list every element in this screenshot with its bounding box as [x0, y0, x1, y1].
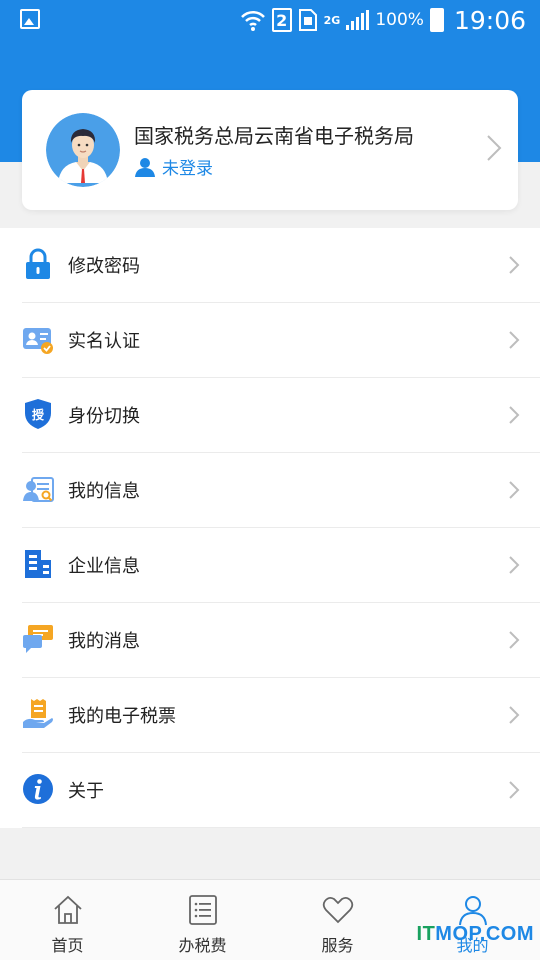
menu-item-change-password[interactable]: 修改密码	[0, 228, 540, 303]
chevron-right-icon	[509, 481, 520, 499]
sim-slot-badge: 2	[271, 8, 292, 32]
tab-services[interactable]: 服务	[270, 880, 405, 960]
home-icon	[53, 895, 82, 924]
tab-label: 办税费	[178, 936, 227, 955]
sim-card-icon	[298, 9, 317, 31]
menu-item-my-info[interactable]: 我的信息	[0, 453, 540, 528]
menu-item-e-tax-receipt[interactable]: 我的电子税票	[0, 678, 540, 753]
chevron-right-icon	[509, 781, 520, 799]
chat-bubbles-icon	[23, 625, 53, 653]
menu-item-enterprise-info[interactable]: 企业信息	[0, 528, 540, 603]
user-icon	[135, 157, 155, 177]
list-icon	[188, 895, 217, 925]
id-card-verified-icon	[23, 328, 53, 354]
chevron-right-icon	[509, 556, 520, 574]
menu-item-label: 实名认证	[68, 331, 140, 352]
tab-home[interactable]: 首页	[0, 880, 135, 960]
menu-item-label: 身份切换	[68, 406, 140, 427]
menu-item-real-name-auth[interactable]: 实名认证	[0, 303, 540, 378]
network-type: 2G	[323, 13, 341, 27]
org-name: 国家税务总局云南省电子税务局	[134, 124, 414, 148]
menu-item-identity-switch[interactable]: 授 身份切换	[0, 378, 540, 453]
watermark-suffix: MOP.COM	[435, 923, 534, 945]
chevron-right-icon	[509, 706, 520, 724]
chevron-right-icon	[509, 631, 520, 649]
site-watermark: ITMOP.COM	[417, 923, 534, 946]
menu-item-my-messages[interactable]: 我的消息	[0, 603, 540, 678]
chevron-right-icon	[509, 406, 520, 424]
avatar[interactable]	[46, 113, 120, 187]
lock-icon	[26, 248, 50, 279]
tab-label: 服务	[321, 936, 354, 955]
menu-item-label: 我的电子税票	[68, 706, 176, 727]
menu-item-label: 修改密码	[68, 256, 140, 277]
bottom-tab-bar: 首页 办税费 服务 我的	[0, 879, 540, 960]
building-icon	[25, 550, 51, 578]
person-icon	[458, 896, 487, 926]
menu-item-about[interactable]: 关于	[0, 753, 540, 828]
settings-menu: 修改密码 实名认证 授 身份切换 我的信息 企业信息 我的消息 我的电子税票 关…	[0, 228, 540, 828]
clock: 19:06	[453, 5, 526, 35]
info-icon	[23, 774, 53, 804]
profile-card[interactable]: 国家税务总局云南省电子税务局 未登录	[22, 90, 518, 210]
menu-item-label: 关于	[68, 781, 104, 802]
watermark-prefix: IT	[416, 923, 436, 945]
battery-percent: 100%	[375, 10, 424, 30]
heart-icon	[322, 896, 353, 924]
signal-strength-icon	[346, 10, 370, 30]
tab-tax-services[interactable]: 办税费	[135, 880, 270, 960]
battery-icon	[429, 8, 444, 32]
chevron-right-icon	[509, 331, 520, 349]
wifi-icon	[240, 10, 265, 31]
receipt-hand-icon	[23, 699, 53, 728]
profile-card-search-icon	[23, 477, 54, 502]
menu-item-label: 我的消息	[68, 631, 140, 652]
tab-label: 首页	[51, 936, 84, 955]
tab-mine[interactable]: 我的	[405, 880, 540, 960]
shield-auth-icon: 授	[25, 399, 51, 429]
svg-text:授: 授	[32, 407, 45, 422]
gallery-notification-icon	[20, 9, 40, 29]
status-bar: 2 2G 100% 19:06	[0, 0, 540, 40]
chevron-right-icon	[509, 256, 520, 274]
user-avatar-icon	[46, 113, 120, 187]
menu-item-label: 企业信息	[68, 556, 140, 577]
chevron-right-icon	[487, 135, 502, 161]
menu-item-label: 我的信息	[68, 481, 140, 502]
login-status-row[interactable]: 未登录	[134, 154, 213, 179]
login-status[interactable]: 未登录	[162, 154, 213, 179]
status-bar-right: 2 2G 100% 19:06	[240, 4, 526, 36]
